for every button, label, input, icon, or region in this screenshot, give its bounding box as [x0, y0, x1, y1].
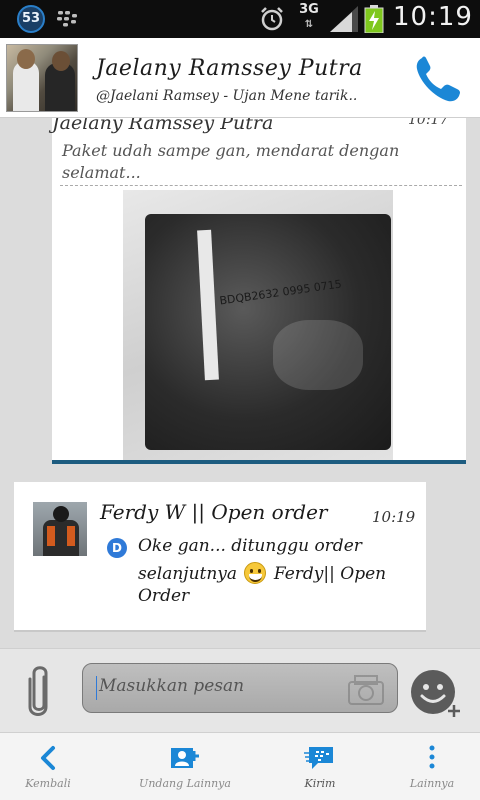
- nav-more[interactable]: Lainnya: [384, 733, 480, 800]
- nav-invite-label: Undang Lainnya: [139, 777, 231, 790]
- shared-photo[interactable]: BDQB2632 0995 0715: [123, 190, 393, 460]
- battery-charging-icon: [364, 5, 384, 33]
- nav-send-label: Kirim: [304, 777, 336, 790]
- nav-back[interactable]: Kembali: [0, 733, 96, 800]
- quoted-message-card[interactable]: Jaelany Ramssey Putra 10:17 Paket udah s…: [52, 118, 466, 464]
- delivered-status-icon: D: [107, 538, 127, 558]
- nav-more-label: Lainnya: [409, 777, 455, 790]
- phone-icon[interactable]: [410, 52, 466, 108]
- contact-name[interactable]: Jaelany Ramssey Putra: [96, 56, 363, 81]
- avatar-head-right: [52, 51, 70, 71]
- quoted-text: Paket udah sampe gan, mendarat dengan se…: [62, 141, 400, 182]
- photo-gloss: [273, 320, 363, 390]
- message-input-placeholder: Masukkan pesan: [99, 676, 245, 696]
- message-line-1: Oke gan... ditunggu order: [138, 536, 362, 556]
- message-line-2: selanjutnya Ferdy|| Open: [138, 562, 418, 586]
- camera-icon[interactable]: [345, 672, 387, 706]
- network-type: 3G ⇅: [298, 3, 320, 32]
- message-line-2b: Ferdy|| Open: [273, 564, 387, 584]
- invite-contact-icon: [171, 748, 199, 768]
- avatar-head: [53, 506, 69, 522]
- contact-status: @Jaelani Ramsey - Ujan Mene tarik..: [96, 88, 358, 104]
- message-card[interactable]: Ferdy W || Open order 10:19 D Oke gan...…: [14, 482, 426, 630]
- nav-send[interactable]: Kirim: [272, 733, 368, 800]
- network-label: 3G: [299, 2, 319, 17]
- message-time: 10:19: [372, 508, 416, 526]
- notification-count-badge[interactable]: 53: [17, 5, 45, 33]
- divider: [60, 185, 462, 186]
- paperclip-icon[interactable]: [24, 663, 54, 719]
- text-caret: [96, 676, 97, 700]
- avatar-jacket-left: [47, 526, 55, 546]
- smiley-emoticon-icon: [244, 562, 267, 584]
- quoted-sender: Jaelany Ramssey Putra: [52, 118, 274, 134]
- nav-back-label: Kembali: [25, 777, 71, 790]
- bottom-navigation: Kembali Undang Lainnya Kirim Lainnya: [0, 732, 480, 800]
- sender-name: Ferdy W || Open order: [100, 500, 328, 524]
- avatar-head-left: [17, 49, 35, 69]
- sender-avatar[interactable]: [33, 502, 87, 556]
- compose-bar: Masukkan pesan: [0, 648, 480, 732]
- message-input[interactable]: Masukkan pesan: [82, 663, 398, 713]
- status-clock: 10:19: [393, 2, 473, 32]
- blackberry-icon: [57, 11, 77, 27]
- status-bar: 53 3G ⇅ 10:19: [0, 0, 480, 38]
- signal-strength-icon: [330, 6, 358, 32]
- contact-avatar[interactable]: [6, 44, 78, 112]
- message-line-3: Order: [138, 586, 190, 606]
- send-bbm-icon: [304, 747, 333, 769]
- back-arrow-icon: [41, 746, 55, 770]
- message-text: Oke gan... ditunggu order selanjutnya Fe…: [138, 530, 418, 608]
- message-line-2a: selanjutnya: [138, 564, 238, 584]
- data-arrows-icon: ⇅: [304, 19, 314, 30]
- quoted-time: 10:17: [408, 118, 449, 128]
- chat-header: Jaelany Ramssey Putra @Jaelani Ramsey - …: [0, 38, 480, 118]
- alarm-icon: [261, 7, 283, 31]
- chat-area[interactable]: Jaelany Ramssey Putra 10:17 Paket udah s…: [0, 118, 480, 648]
- avatar-jacket-right: [67, 526, 75, 546]
- emoticon-picker-icon[interactable]: [408, 667, 462, 721]
- nav-invite[interactable]: Undang Lainnya: [120, 733, 250, 800]
- more-vertical-icon: [429, 745, 435, 769]
